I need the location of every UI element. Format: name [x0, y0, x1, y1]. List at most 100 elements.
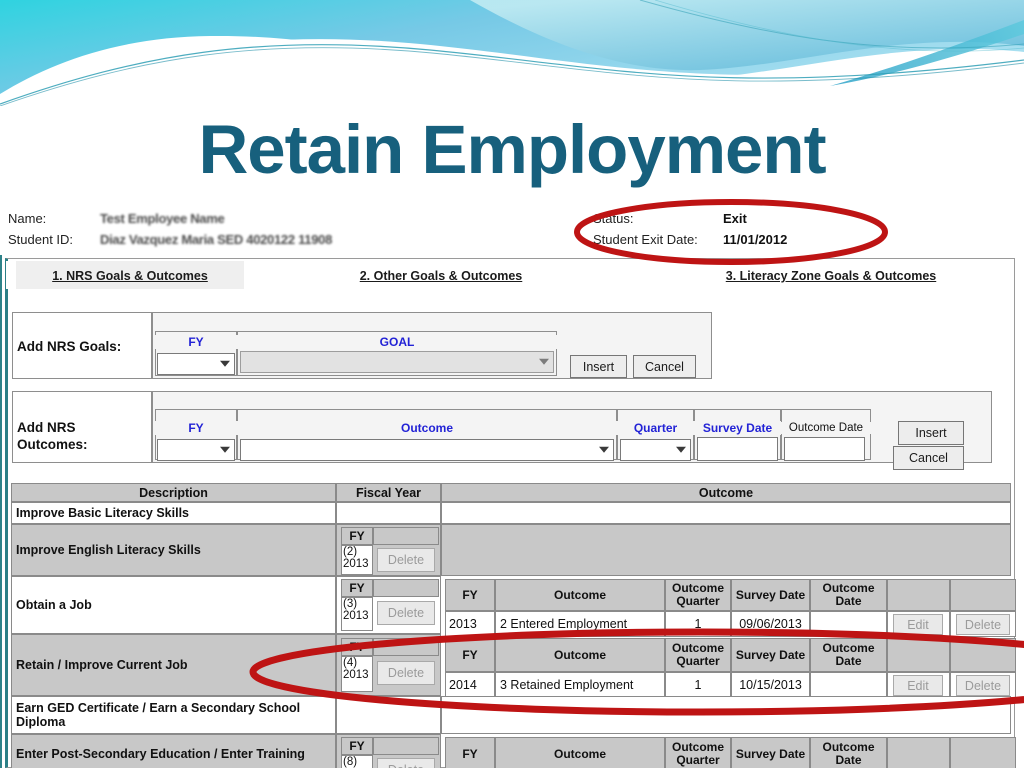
outcome-sub-header-edit-blank — [887, 579, 950, 611]
add-outcomes-insert-button[interactable]: Insert — [898, 421, 964, 445]
grid-row-fiscal-year — [336, 696, 441, 734]
outcome-cell-fy: 2014 — [445, 672, 495, 698]
chevron-down-icon — [599, 446, 609, 453]
add-goals-goal-select[interactable] — [240, 351, 554, 373]
name-label: Name: — [8, 211, 47, 226]
chevron-down-icon — [676, 446, 686, 453]
fy-seq-year: (4) 2013 — [341, 656, 373, 692]
fy-sub-header-fy: FY — [341, 579, 373, 597]
add-goals-fy-header: FY — [155, 335, 237, 349]
add-outcomes-cancel-button[interactable]: Cancel — [893, 446, 964, 470]
outcome-cell-outcome: 2 Entered Employment — [495, 611, 665, 637]
outcome-cell-outcome-date — [810, 611, 887, 637]
outcome-cell-survey-date: 09/06/2013 — [731, 611, 810, 637]
add-goals-cancel-button[interactable]: Cancel — [633, 355, 696, 378]
outcome-cell-quarter: 1 — [665, 672, 731, 698]
chevron-down-icon — [220, 446, 230, 453]
tab-nrs-goals-outcomes-label: 1. NRS Goals & Outcomes — [52, 269, 208, 283]
add-goals-insert-button[interactable]: Insert — [570, 355, 627, 378]
fy-sub-header-fy: FY — [341, 737, 373, 755]
tab-other-goals-outcomes[interactable]: 2. Other Goals & Outcomes — [296, 261, 586, 289]
outcome-sub-header-delete-blank — [950, 638, 1016, 672]
outcome-delete-button[interactable]: Delete — [956, 675, 1010, 696]
tab-other-goals-outcomes-label: 2. Other Goals & Outcomes — [359, 269, 523, 283]
add-outcomes-outcome-select[interactable] — [240, 439, 614, 461]
outcome-sub-header-delete-blank — [950, 737, 1016, 768]
outcome-sub-header-outcome: Outcome — [495, 579, 665, 611]
outcome-sub-header-outcome: Outcome — [495, 638, 665, 672]
fy-delete-button[interactable]: Delete — [377, 758, 435, 768]
grid-header-description: Description — [11, 483, 336, 502]
add-outcomes-outcome-date-input[interactable] — [784, 437, 865, 461]
student-id-label: Student ID: — [8, 232, 74, 247]
outcome-sub-header-fy: FY — [445, 638, 495, 672]
fy-seq-year: (8) — [341, 755, 373, 768]
fy-year: 2013 — [343, 558, 369, 570]
fy-sub-header-blank — [373, 527, 439, 545]
fy-delete-button[interactable]: Delete — [377, 661, 435, 685]
outcome-sub-header-survey-date: Survey Date — [731, 638, 810, 672]
outcome-sub-header-outcome: Outcome — [495, 737, 665, 768]
outcome-sub-header-outcome-quarter: Outcome Quarter — [665, 579, 731, 611]
fy-year: 2013 — [343, 610, 369, 622]
outcome-cell-survey-date: 10/15/2013 — [731, 672, 810, 698]
tab-literacy-zone-goals-outcomes[interactable]: 3. Literacy Zone Goals & Outcomes — [656, 261, 1006, 289]
fy-seq-year: (3) 2013 — [341, 597, 373, 631]
outcome-sub-header-edit-blank — [887, 737, 950, 768]
outcome-sub-header-outcome-quarter: Outcome Quarter — [665, 737, 731, 768]
fy-sub-header-fy: FY — [341, 527, 373, 545]
outcome-cell-fy: 2013 — [445, 611, 495, 637]
outcome-edit-button[interactable]: Edit — [893, 675, 943, 696]
outcome-cell-quarter: 1 — [665, 611, 731, 637]
grid-row-description: Obtain a Job — [11, 576, 336, 634]
outcome-sub-header-outcome-date: Outcome Date — [810, 638, 887, 672]
add-outcomes-quarter-header: Quarter — [617, 421, 694, 435]
add-outcomes-outcome-date-header: Outcome Date — [781, 422, 871, 434]
outcome-sub-header-fy: FY — [445, 579, 495, 611]
add-nrs-outcomes-label-line2: Outcomes: — [17, 437, 88, 452]
outcome-cell-outcome-date — [810, 672, 887, 698]
status-label: Status: — [593, 211, 634, 226]
chevron-down-icon — [539, 358, 549, 365]
fy-sub-header-blank — [373, 579, 439, 597]
status-value: Exit — [723, 211, 747, 226]
add-outcomes-fy-header: FY — [155, 421, 237, 435]
fy-delete-button[interactable]: Delete — [377, 601, 435, 625]
outcome-sub-header-survey-date: Survey Date — [731, 579, 810, 611]
page-title: Retain Employment — [198, 111, 826, 188]
fy-delete-button[interactable]: Delete — [377, 548, 435, 572]
fy-sub-header-blank — [373, 638, 439, 656]
grid-row-description: Retain / Improve Current Job — [11, 634, 336, 696]
add-nrs-goals-label: Add NRS Goals: — [17, 339, 122, 354]
fy-seq: (8) — [343, 756, 358, 768]
grid-row-outcome — [441, 696, 1011, 734]
tab-bar: 1. NRS Goals & Outcomes 2. Other Goals &… — [6, 261, 1014, 289]
add-goals-fy-select[interactable] — [157, 353, 235, 375]
grid-row-description: Earn GED Certificate / Earn a Secondary … — [11, 696, 336, 734]
panel-left-accent — [0, 255, 2, 768]
grid-row-outcome — [441, 524, 1011, 576]
fy-seq: (3) — [343, 598, 358, 610]
outcome-delete-button[interactable]: Delete — [956, 614, 1010, 635]
tab-nrs-goals-outcomes[interactable]: 1. NRS Goals & Outcomes — [16, 261, 244, 289]
add-outcomes-survey-date-input[interactable] — [697, 437, 778, 461]
outcome-edit-button[interactable]: Edit — [893, 614, 943, 635]
outcome-sub-header-outcome-quarter: Outcome Quarter — [665, 638, 731, 672]
grid-row-description: Improve Basic Literacy Skills — [11, 502, 336, 524]
fy-seq: (4) — [343, 657, 358, 669]
outcome-cell-outcome: 3 Retained Employment — [495, 672, 665, 698]
add-outcomes-quarter-select[interactable] — [620, 439, 691, 461]
add-outcomes-outcome-header: Outcome — [237, 421, 617, 435]
fy-seq-year: (2) 2013 — [341, 545, 373, 575]
outcome-sub-header-outcome-date: Outcome Date — [810, 737, 887, 768]
student-id-value-redacted: Diaz Vazquez Maria SED 4020122 11908 — [100, 232, 333, 247]
application-screenshot: Name: Test Employee Name Student ID: Dia… — [0, 205, 1024, 768]
grid-row-outcome — [441, 502, 1011, 524]
add-outcomes-fy-select[interactable] — [157, 439, 235, 461]
chevron-down-icon — [220, 360, 230, 367]
grid-row-description: Improve English Literacy Skills — [11, 524, 336, 576]
fy-year: 2013 — [343, 669, 369, 681]
slide-banner-decoration — [0, 0, 1024, 106]
name-value-redacted: Test Employee Name — [100, 211, 225, 226]
tab-literacy-zone-goals-outcomes-label: 3. Literacy Zone Goals & Outcomes — [725, 269, 937, 283]
